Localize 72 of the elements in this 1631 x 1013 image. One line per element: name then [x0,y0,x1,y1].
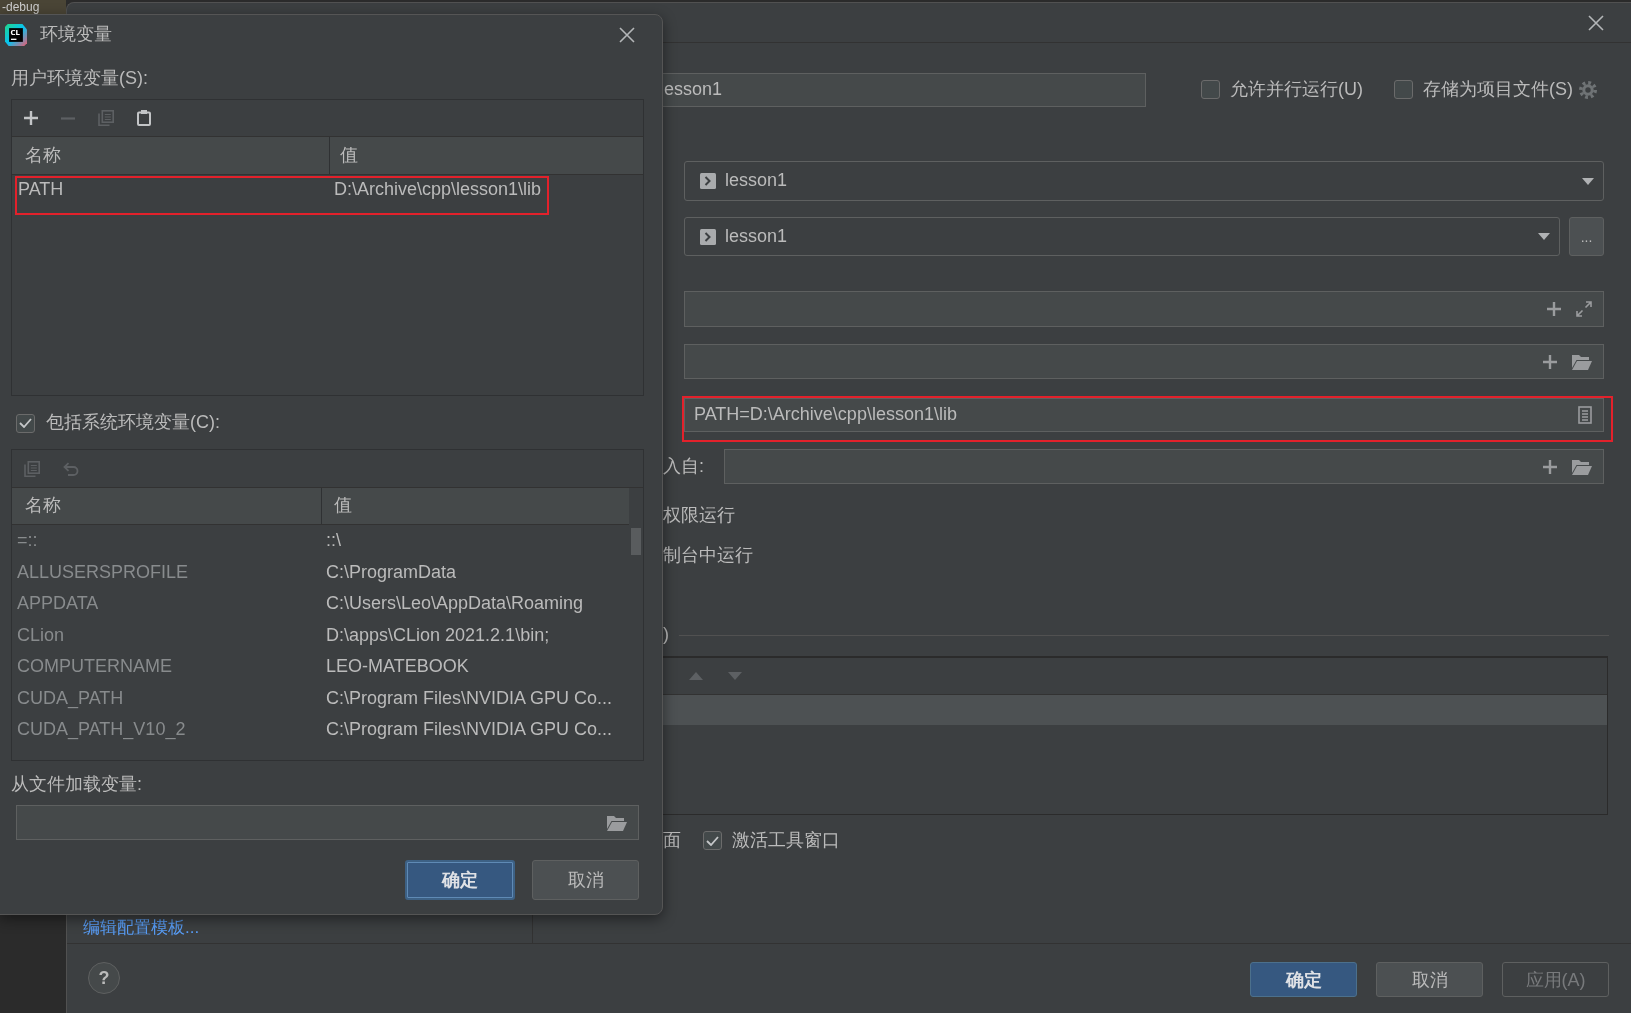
table-cell-text: PATH [17,178,65,201]
close-icon[interactable] [1588,14,1604,31]
table-cell-text: CUDA_PATH_V10_2 [16,718,187,742]
plus-icon[interactable] [1543,354,1557,369]
table-cell-text: ::\ [325,529,341,553]
column-header[interactable]: 值 [322,488,352,524]
checkmark-icon [706,836,719,846]
expand-icon[interactable] [1576,301,1592,317]
checkbox-label: 允许并行运行(U) [1230,78,1363,102]
template-link[interactable]: 编辑配置模板... [83,917,200,939]
column-header[interactable]: 名称 [12,137,330,174]
table-cell-text: C:\Users\Leo\AppData\Roaming [325,592,584,616]
table-cell-text: ALLUSERSPROFILE [16,560,190,584]
section-title: ) [663,623,669,647]
name-field[interactable]: esson1 [663,73,1146,107]
document-icon[interactable] [1578,406,1592,424]
field-label: 从文件加载变量: [11,773,142,796]
caret-icon [1538,233,1550,240]
table-cell-text: =:: [16,529,39,553]
plus-icon[interactable] [24,111,38,125]
table-cell-text: CUDA_PATH [16,686,125,710]
caret-icon [1582,177,1594,185]
dialog-button[interactable]: 取消 [532,860,639,900]
table-cell-text: C:\Program Files\NVIDIA GPU Co... [325,686,613,710]
editor-tab[interactable]: -debug [0,0,66,14]
plus-icon[interactable] [1543,459,1557,474]
checkbox[interactable] [703,831,722,851]
env-vars-field[interactable]: PATH=D:\Archive\cpp\lesson1\lib [684,398,1604,432]
folder-icon[interactable] [607,814,627,831]
field-label: 入自: [663,454,704,478]
help-button[interactable]: ? [88,962,120,994]
table-cell-text: APPDATA [16,592,100,616]
setting-label: 面 [663,829,681,853]
input-field[interactable] [724,449,1604,484]
dropdown[interactable]: lesson1 [684,161,1604,201]
table-cell-text: LEO-MATEBOOK [325,655,469,679]
more-button[interactable]: ... [1569,217,1604,256]
table-cell-text: C:\ProgramData [325,560,457,584]
plus-icon[interactable] [1547,302,1561,316]
dialog-button[interactable]: 取消 [1376,962,1483,997]
table-cell-text: COMPUTERNAME [16,655,173,679]
checkbox-label: 激活工具窗口 [732,829,840,853]
checkbox[interactable] [16,413,35,433]
column-header[interactable]: 值 [330,137,358,174]
checkmark-icon [19,418,32,428]
gear-icon[interactable] [1579,81,1597,99]
default-button[interactable]: 确定 [1250,962,1357,997]
terminal-icon [700,173,716,189]
checkbox[interactable] [1394,80,1413,100]
dropdown[interactable]: lesson1 [684,217,1560,256]
file-path-field[interactable] [16,805,639,840]
input-field[interactable] [684,291,1604,327]
column-header[interactable]: 名称 [12,488,322,524]
checkbox-label: 包括系统环境变量(C): [46,411,220,435]
input-field[interactable] [684,344,1604,379]
setting-label: 制台中运行 [663,544,753,567]
folder-icon[interactable] [1572,353,1592,370]
setting-label: 权限运行 [663,504,735,527]
terminal-icon [700,228,716,245]
folder-icon[interactable] [1572,458,1592,475]
clipboard-icon[interactable] [137,110,151,126]
scrollbar-thumb[interactable] [631,528,641,555]
close-icon[interactable] [619,27,635,43]
table-cell-text: D:\apps\CLion 2021.2.1\bin; [325,623,550,647]
table-cell-text: C:\Program Files\NVIDIA GPU Co... [325,718,613,742]
section-label: 用户环境变量(S): [11,67,148,90]
table-cell-text: D:\Archive\cpp\lesson1\lib [334,178,542,201]
table-cell-text: CLion [16,623,66,647]
checkbox-label: 存储为项目文件(S) [1423,78,1573,102]
checkbox[interactable] [1201,80,1220,100]
dialog-title: 环境变量 [40,23,112,47]
default-button[interactable]: 确定 [405,860,515,900]
